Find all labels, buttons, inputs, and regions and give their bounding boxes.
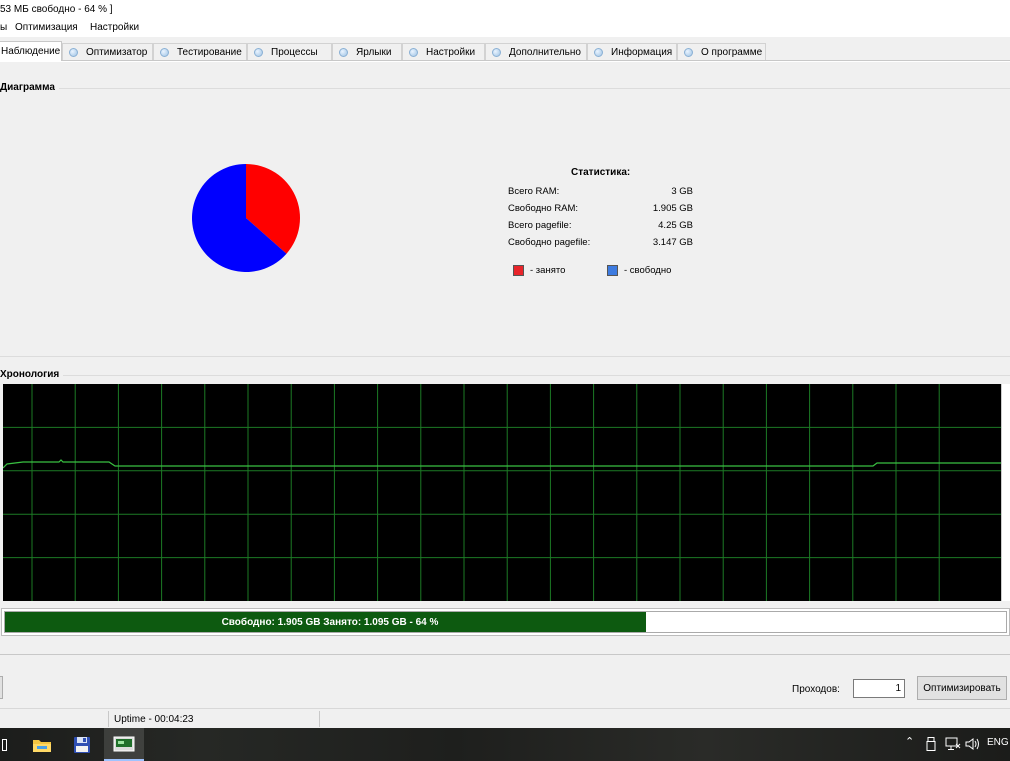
history-group-title: Хронология [0,369,64,380]
tab-bullet-icon [69,47,78,57]
window-title: 53 МБ свободно - 64 % ] [0,4,113,15]
progress-track: Свободно: 1.905 GB Занято: 1.095 GB - 64… [4,611,1007,633]
windows-taskbar: ⌃ ENG [0,728,1010,761]
diagram-group-bottom [0,356,1010,357]
tab-label: Оптимизатор [86,46,148,58]
history-graph-edge [1001,384,1010,601]
menu-item-file[interactable]: ы [0,22,7,33]
taskbar-file-explorer[interactable] [24,728,60,761]
tab-bullet-icon [594,47,603,57]
stat-value: 4.25 GB [658,220,693,231]
tab-bullet-icon [409,47,418,57]
tab-settings[interactable]: Настройки [402,43,485,60]
stat-label: Свободно pagefile: [508,237,591,248]
tab-bar: Наблюдение Оптимизатор Тестирование Проц… [0,41,1010,61]
progress-text: Свободно: 1.905 GB Занято: 1.095 GB - 64… [221,616,439,628]
file-explorer-icon [33,739,51,752]
tab-label: Процессы [271,46,318,58]
stat-value: 1.905 GB [652,203,693,214]
menu-item-settings[interactable]: Настройки [90,22,139,33]
stat-total-ram: Всего RAM: 3 GB [508,186,693,200]
history-group-border [62,375,1010,376]
taskbar-edge-item[interactable] [0,728,8,761]
tab-bullet-icon [492,47,501,57]
stat-value: 3.147 GB [652,237,693,248]
tray-chevron-up-icon[interactable]: ⌃ [905,735,914,748]
window-title-bar: 53 МБ свободно - 64 % ] [0,0,1010,20]
memory-usage-progress: Свободно: 1.905 GB Занято: 1.095 GB - 64… [1,608,1010,636]
tab-monitoring[interactable]: Наблюдение [0,41,62,61]
tab-label: Информация [611,46,673,58]
tab-label: Ярлыки [356,46,392,58]
status-separator [319,711,320,727]
uptime-text: Uptime - 00:04:23 [114,714,194,725]
tab-additional[interactable]: Дополнительно [485,43,587,60]
tab-bullet-icon [160,47,169,57]
tab-label: Тестирование [177,46,242,58]
diagram-group-border [58,88,1010,89]
taskbar-save-app[interactable] [64,728,100,761]
menu-bar: ы Оптимизация Настройки [0,20,1010,37]
stat-free-pagefile: Свободно pagefile: 3.147 GB [508,237,693,251]
volume-icon[interactable] [965,737,981,751]
stat-label: Всего pagefile: [508,220,572,231]
tab-bullet-icon [254,47,263,57]
passes-label: Проходов: [792,684,840,695]
legend-free: - свободно [607,263,671,277]
usb-device-icon[interactable] [926,737,936,751]
tab-bullet-icon [684,47,693,57]
floppy-save-icon [74,736,90,753]
tab-about[interactable]: О программе [677,43,766,60]
language-indicator[interactable]: ENG [987,737,1009,748]
tab-optimizer[interactable]: Оптимизатор [62,43,153,60]
stat-total-pagefile: Всего pagefile: 4.25 GB [508,220,693,234]
status-separator [108,711,109,727]
stat-free-ram: Свободно RAM: 1.905 GB [508,203,693,217]
status-bar: Uptime - 00:04:23 [0,708,1010,728]
task-view-icon [1,738,7,751]
tab-testing[interactable]: Тестирование [153,43,247,60]
tab-shortcuts[interactable]: Ярлыки [332,43,402,60]
network-icon[interactable] [945,737,961,751]
tab-processes[interactable]: Процессы [247,43,332,60]
taskbar-ram-optimizer[interactable] [104,728,144,761]
tab-bullet-icon [339,47,348,57]
legend-used: - занято [513,263,565,277]
memory-history-graph [3,384,1001,601]
tab-label: Наблюдение [1,46,61,57]
legend-free-swatch [607,264,618,276]
tab-label: О программе [701,46,763,58]
stat-label: Свободно RAM: [508,203,579,214]
history-usage-line [3,459,1001,469]
tab-label: Настройки [426,46,476,58]
ram-app-icon [113,736,135,751]
menu-item-optimization[interactable]: Оптимизация [15,22,78,33]
left-edge-button[interactable] [0,676,3,699]
passes-input[interactable] [853,679,905,698]
stat-label: Всего RAM: [508,186,560,197]
stats-title: Статистика: [571,167,631,178]
legend-used-swatch [513,264,524,276]
stat-value: 3 GB [671,186,693,197]
tab-label: Дополнительно [509,46,581,58]
legend-used-label: - занято [530,264,566,276]
memory-pie-chart [192,164,300,272]
optimize-button[interactable]: Оптимизировать [917,676,1007,700]
legend-free-label: - свободно [624,264,672,276]
diagram-group-title: Диаграмма [0,82,59,93]
tab-information[interactable]: Информация [587,43,677,60]
